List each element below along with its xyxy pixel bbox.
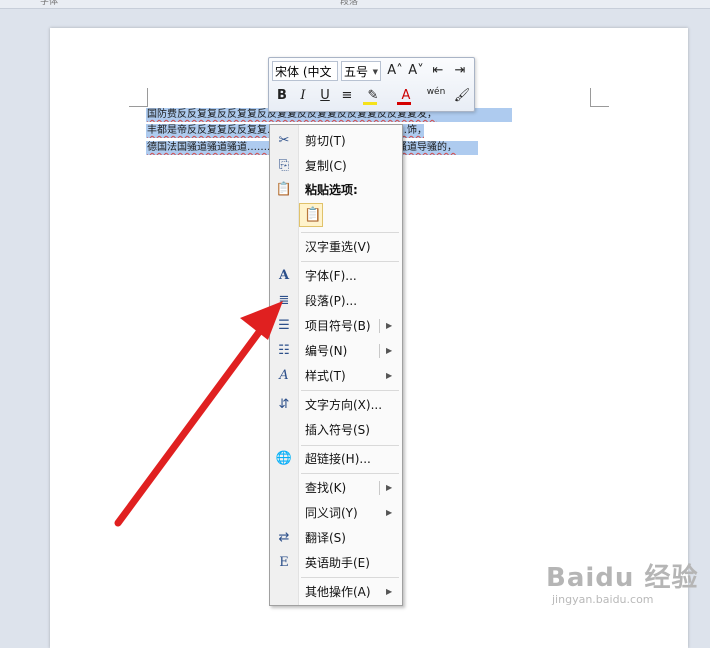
baidu-jingyan-watermark: Baidu 经验 jingyan.baidu.com — [540, 555, 710, 615]
arrow-shaft — [114, 324, 266, 527]
watermark-brand: Baidu 经验 — [546, 563, 699, 593]
annotation-arrow — [114, 301, 283, 527]
watermark-url: jingyan.baidu.com — [552, 593, 654, 606]
arrow-head — [240, 301, 283, 340]
